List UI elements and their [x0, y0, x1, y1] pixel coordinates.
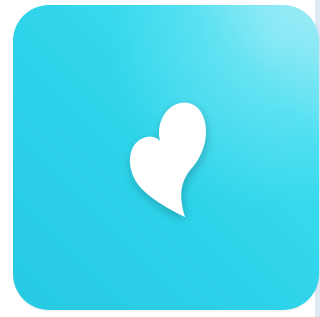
icon-canvas — [0, 0, 320, 317]
heart-icon — [129, 102, 206, 217]
app-icon-tile[interactable] — [13, 5, 319, 310]
